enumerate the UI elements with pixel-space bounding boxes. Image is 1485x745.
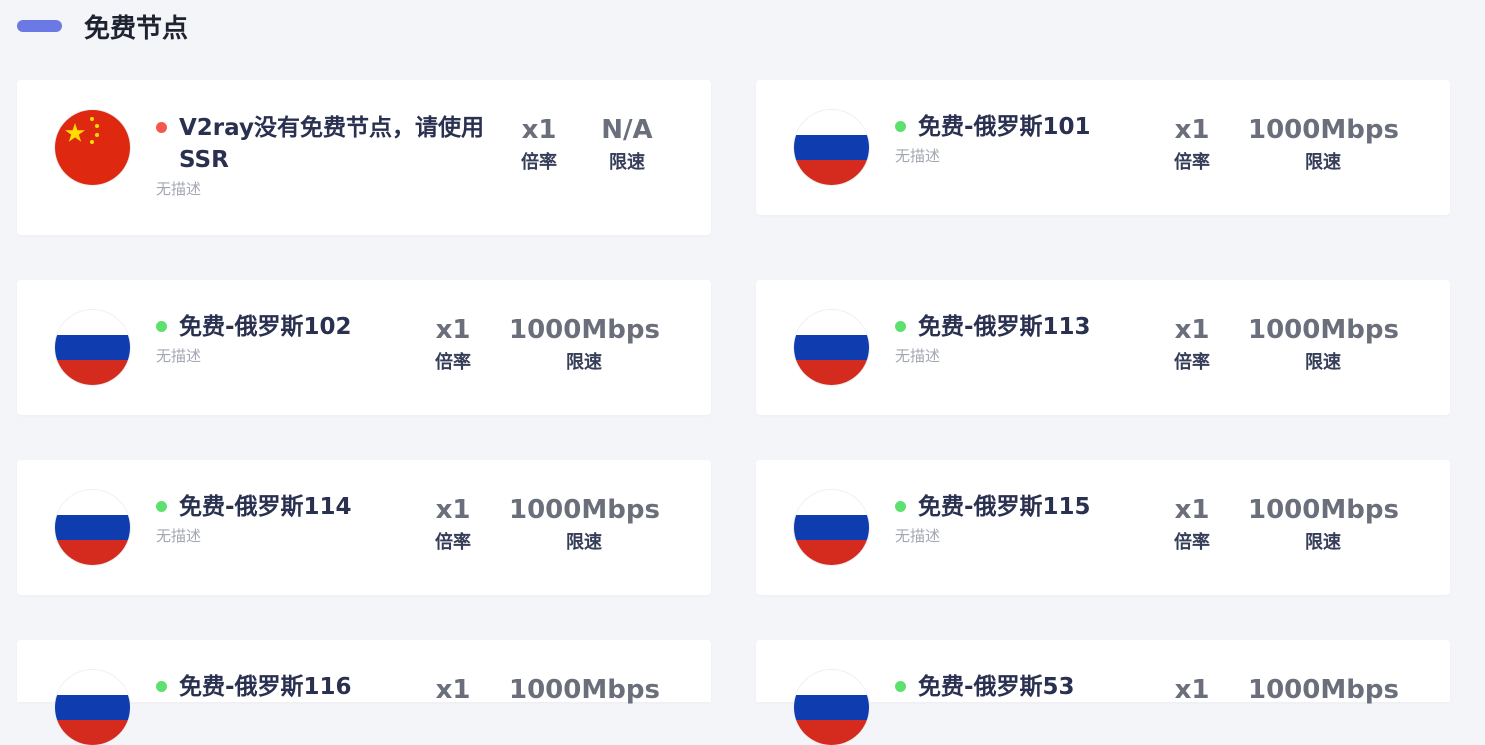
node-card[interactable]: 免费-俄罗斯114 无描述 x1 倍率 1000Mbps 限速 xyxy=(17,460,711,595)
node-name: 免费-俄罗斯115 xyxy=(918,494,1091,520)
rate-stat: x1 倍率 xyxy=(1162,314,1222,374)
node-card[interactable]: 免费-俄罗斯115 无描述 x1 倍率 1000Mbps 限速 xyxy=(756,460,1450,595)
section-accent-bar xyxy=(17,20,62,32)
node-description: 无描述 xyxy=(156,180,202,198)
status-dot-online xyxy=(895,321,906,332)
speed-value: 1000Mbps xyxy=(1248,495,1399,525)
rate-label: 倍率 xyxy=(435,532,471,553)
rate-stat: x1 倍率 xyxy=(509,114,569,174)
rate-value: x1 xyxy=(1174,675,1210,705)
rate-stat: x1 xyxy=(1162,674,1222,706)
speed-value: 1000Mbps xyxy=(509,495,660,525)
node-description: 无描述 xyxy=(895,347,941,365)
speed-stat: 1000Mbps xyxy=(1248,674,1399,706)
ru-flag-icon xyxy=(55,310,130,385)
rate-value: x1 xyxy=(435,675,471,705)
status-dot-online xyxy=(895,121,906,132)
rate-label: 倍率 xyxy=(1174,352,1210,373)
speed-label: 限速 xyxy=(609,152,645,173)
node-name: 免费-俄罗斯102 xyxy=(179,314,352,340)
node-description: 无描述 xyxy=(895,147,941,165)
speed-stat: 1000Mbps 限速 xyxy=(1248,314,1399,374)
speed-label: 限速 xyxy=(1305,352,1341,373)
status-dot-online xyxy=(156,501,167,512)
node-description: 无描述 xyxy=(156,527,202,545)
speed-stat: 1000Mbps xyxy=(509,674,660,706)
node-card[interactable]: 免费-俄罗斯116 x1 1000Mbps xyxy=(17,640,711,745)
speed-value: N/A xyxy=(601,115,653,145)
rate-stat: x1 倍率 xyxy=(1162,494,1222,554)
node-description: 无描述 xyxy=(895,527,941,545)
speed-label: 限速 xyxy=(1305,532,1341,553)
ru-flag-icon xyxy=(55,670,130,745)
speed-stat: 1000Mbps 限速 xyxy=(1248,114,1399,174)
node-card[interactable]: 免费-俄罗斯101 无描述 x1 倍率 1000Mbps 限速 xyxy=(756,80,1450,215)
speed-value: 1000Mbps xyxy=(1248,115,1399,145)
rate-value: x1 xyxy=(1174,115,1210,145)
rate-value: x1 xyxy=(1174,495,1210,525)
node-card[interactable]: 免费-俄罗斯53 x1 1000Mbps xyxy=(756,640,1450,745)
ru-flag-icon xyxy=(794,490,869,565)
status-dot-online xyxy=(895,501,906,512)
rate-stat: x1 倍率 xyxy=(1162,114,1222,174)
speed-label: 限速 xyxy=(566,352,602,373)
node-card[interactable]: V2ray没有免费节点，请使用SSR 无描述 x1 倍率 N/A 限速 xyxy=(17,80,711,235)
cn-flag-icon xyxy=(55,110,130,185)
node-name: 免费-俄罗斯101 xyxy=(918,114,1091,140)
ru-flag-icon xyxy=(794,110,869,185)
speed-label: 限速 xyxy=(566,532,602,553)
ru-flag-icon xyxy=(55,490,130,565)
rate-stat: x1 倍率 xyxy=(423,494,483,554)
status-dot-online xyxy=(156,321,167,332)
ru-flag-icon xyxy=(794,670,869,745)
speed-stat: 1000Mbps 限速 xyxy=(509,494,660,554)
rate-label: 倍率 xyxy=(521,152,557,173)
rate-label: 倍率 xyxy=(435,352,471,373)
node-card[interactable]: 免费-俄罗斯102 无描述 x1 倍率 1000Mbps 限速 xyxy=(17,280,711,415)
ru-flag-icon xyxy=(794,310,869,385)
node-name: 免费-俄罗斯53 xyxy=(918,674,1075,700)
rate-value: x1 xyxy=(1174,315,1210,345)
node-name: 免费-俄罗斯114 xyxy=(179,494,352,520)
speed-stat: 1000Mbps 限速 xyxy=(509,314,660,374)
rate-value: x1 xyxy=(435,495,471,525)
rate-stat: x1 倍率 xyxy=(423,314,483,374)
rate-value: x1 xyxy=(521,115,557,145)
rate-label: 倍率 xyxy=(1174,532,1210,553)
status-dot-offline xyxy=(156,122,167,133)
rate-stat: x1 xyxy=(423,674,483,706)
node-card[interactable]: 免费-俄罗斯113 无描述 x1 倍率 1000Mbps 限速 xyxy=(756,280,1450,415)
section-title: 免费节点 xyxy=(84,13,189,44)
node-name: V2ray没有免费节点，请使用SSR xyxy=(179,115,484,173)
rate-label: 倍率 xyxy=(1174,152,1210,173)
speed-stat: 1000Mbps 限速 xyxy=(1248,494,1399,554)
section-header: 免费节点 xyxy=(17,8,188,44)
rate-value: x1 xyxy=(435,315,471,345)
speed-value: 1000Mbps xyxy=(1248,675,1399,705)
speed-label: 限速 xyxy=(1305,152,1341,173)
speed-value: 1000Mbps xyxy=(509,315,660,345)
speed-stat: N/A 限速 xyxy=(587,114,667,174)
node-name: 免费-俄罗斯116 xyxy=(179,674,352,700)
status-dot-online xyxy=(895,681,906,692)
node-description: 无描述 xyxy=(156,347,202,365)
speed-value: 1000Mbps xyxy=(509,675,660,705)
node-name: 免费-俄罗斯113 xyxy=(918,314,1091,340)
speed-value: 1000Mbps xyxy=(1248,315,1399,345)
status-dot-online xyxy=(156,681,167,692)
